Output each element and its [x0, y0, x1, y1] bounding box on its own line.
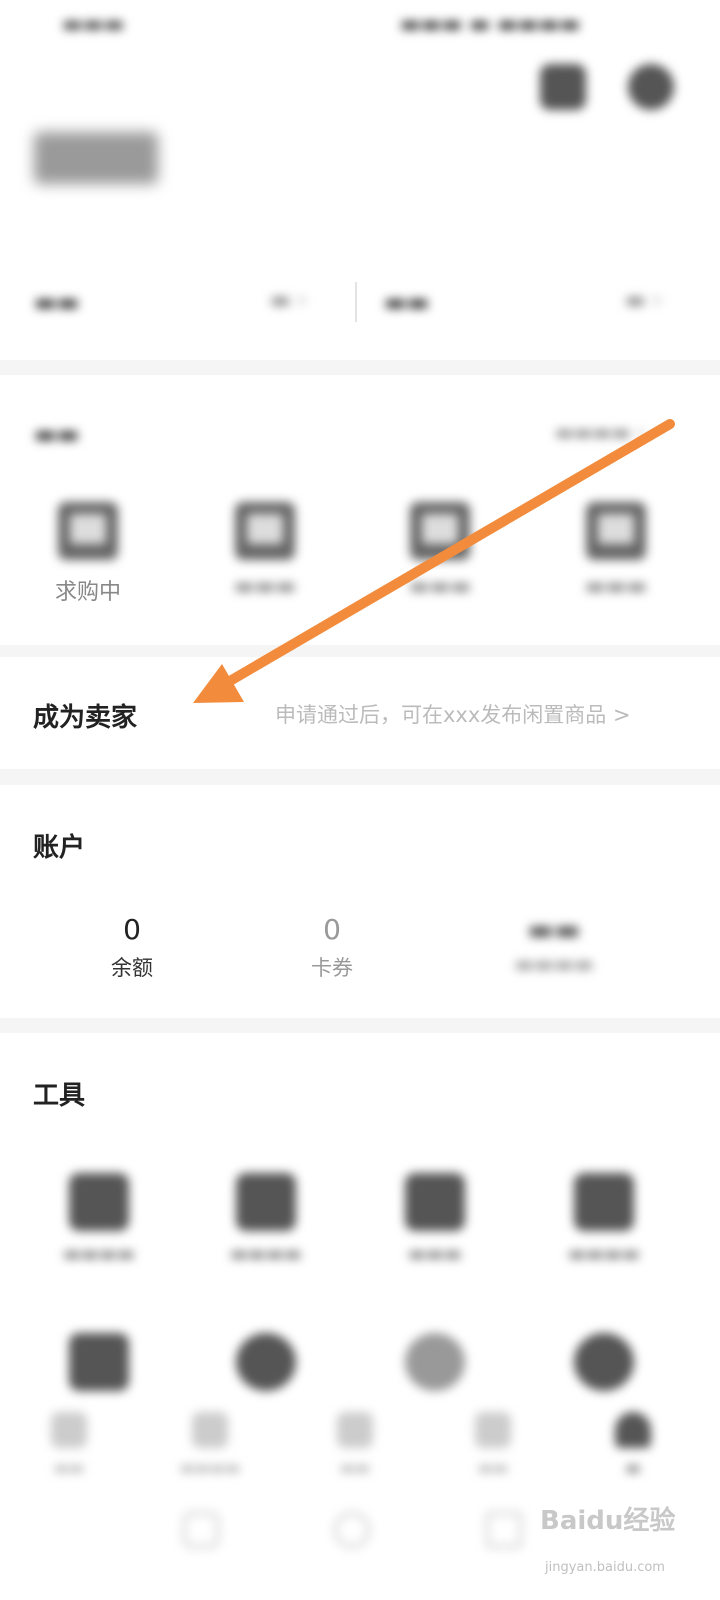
tool-2-label: ▬▬▬▬	[230, 1243, 302, 1265]
buy-item-seeking[interactable]: 求购中	[48, 502, 128, 606]
bottom-nav: ▬▬ ▬▬▬▬ ▬▬ ▬▬ ▬	[0, 1400, 720, 1490]
account-section: 账户 0 余额 0 卡券 ▬▬ ▬▬▬▬	[0, 785, 720, 1018]
calendar-icon	[69, 1333, 129, 1391]
buy-item-3[interactable]: ▬▬▬	[400, 502, 480, 599]
tool-1-label: ▬▬▬▬	[63, 1243, 135, 1265]
nav-item-2[interactable]: ▬▬▬▬	[165, 1412, 255, 1477]
nav-item-profile[interactable]: ▬	[588, 1412, 678, 1477]
tool-8[interactable]	[549, 1333, 659, 1391]
back-icon[interactable]	[486, 1512, 522, 1548]
baidu-watermark: Baidu经验	[540, 1506, 676, 1536]
compass-icon	[574, 1333, 634, 1391]
tool-7[interactable]	[380, 1333, 490, 1391]
account-balance-label: 余额	[111, 956, 153, 980]
tool-4[interactable]: ▬▬▬▬	[549, 1173, 659, 1265]
wallet-icon	[235, 502, 295, 560]
scan-icon[interactable]	[540, 64, 586, 110]
box-icon	[410, 502, 470, 560]
nav-item-1-label: ▬▬	[53, 1458, 85, 1477]
shield-icon	[236, 1333, 296, 1391]
category-icon	[192, 1412, 228, 1448]
profile-header: ▬▬ ▬ › ▬▬ ▬ ›	[0, 50, 720, 360]
stat-right-value[interactable]: ▬ ›	[625, 288, 662, 313]
boot-icon	[405, 1173, 465, 1231]
stat-left-value[interactable]: ▬ ›	[270, 288, 307, 313]
package-icon	[69, 1173, 129, 1231]
buy-item-4-label: ▬▬▬	[584, 574, 648, 599]
nav-item-3-label: ▬▬	[339, 1458, 371, 1477]
buy-item-seeking-label: 求购中	[54, 580, 121, 605]
truck-icon	[586, 502, 646, 560]
nav-item-4[interactable]: ▬▬	[448, 1412, 538, 1477]
chat-icon	[405, 1333, 465, 1391]
account-coupons[interactable]: 0 卡券	[272, 913, 392, 982]
become-seller-hint: 申请通过后，可在xxx发布闲置商品 >	[275, 703, 631, 727]
buy-section-more[interactable]: ▬▬▬▬ ›	[555, 420, 645, 444]
stat-right-label[interactable]: ▬▬	[384, 288, 429, 316]
account-item-3[interactable]: ▬▬ ▬▬▬▬	[494, 913, 614, 976]
message-icon	[475, 1412, 511, 1448]
account-balance[interactable]: 0 余额	[72, 913, 192, 982]
account-coupons-label: 卡券	[311, 956, 353, 980]
become-seller-row[interactable]: 成为卖家 申请通过后，可在xxx发布闲置商品 >	[0, 657, 720, 769]
nav-item-3[interactable]: ▬▬	[310, 1412, 400, 1477]
chat-image-icon	[58, 502, 118, 560]
become-seller-title: 成为卖家	[33, 703, 138, 733]
nav-item-2-label: ▬▬▬▬	[179, 1458, 241, 1477]
buy-item-4[interactable]: ▬▬▬	[576, 502, 656, 599]
divider	[355, 282, 357, 322]
buy-section: ▬▬ ▬▬▬▬ › 求购中 ▬▬▬ ▬▬▬ ▬▬▬	[0, 375, 720, 645]
tool-1[interactable]: ▬▬▬▬	[44, 1173, 154, 1265]
status-bar: ▬▬▬ ▬▬▬ ▬ ▬▬▬▬	[0, 0, 720, 50]
buy-section-title: ▬▬	[34, 420, 80, 448]
tool-4-label: ▬▬▬▬	[568, 1243, 640, 1265]
account-coupons-value: 0	[323, 913, 341, 946]
home-button-icon[interactable]	[334, 1512, 370, 1548]
tool-6[interactable]	[211, 1333, 321, 1391]
account-item-3-value: ▬▬	[527, 913, 581, 946]
tool-3-label: ▬▬▬	[408, 1243, 462, 1265]
buy-item-3-label: ▬▬▬	[408, 574, 472, 599]
status-indicators: ▬▬▬ ▬ ▬▬▬▬	[400, 12, 581, 37]
publish-icon	[337, 1412, 373, 1448]
account-title: 账户	[33, 833, 86, 863]
tool-5[interactable]	[44, 1333, 154, 1391]
recent-apps-icon[interactable]	[183, 1512, 219, 1548]
account-item-3-label: ▬▬▬▬	[514, 952, 594, 976]
settings-icon[interactable]	[628, 64, 674, 110]
buy-item-2-label: ▬▬▬	[233, 574, 297, 599]
baidu-watermark-url: jingyan.baidu.com	[545, 1560, 665, 1575]
expand-icon	[574, 1173, 634, 1231]
home-icon	[51, 1412, 87, 1448]
buy-item-2[interactable]: ▬▬▬	[225, 502, 305, 599]
nav-item-4-label: ▬▬	[477, 1458, 509, 1477]
tool-2[interactable]: ▬▬▬▬	[211, 1173, 321, 1265]
nav-item-1[interactable]: ▬▬	[24, 1412, 114, 1477]
account-balance-value: 0	[123, 913, 141, 946]
user-icon	[615, 1412, 651, 1448]
tool-3[interactable]: ▬▬▬	[380, 1173, 490, 1265]
tools-title: 工具	[33, 1081, 86, 1111]
stat-left-label[interactable]: ▬▬	[34, 288, 79, 316]
status-time: ▬▬▬	[62, 12, 125, 37]
avatar[interactable]	[34, 132, 158, 184]
briefcase-icon	[236, 1173, 296, 1231]
nav-item-profile-label: ▬	[625, 1458, 641, 1477]
